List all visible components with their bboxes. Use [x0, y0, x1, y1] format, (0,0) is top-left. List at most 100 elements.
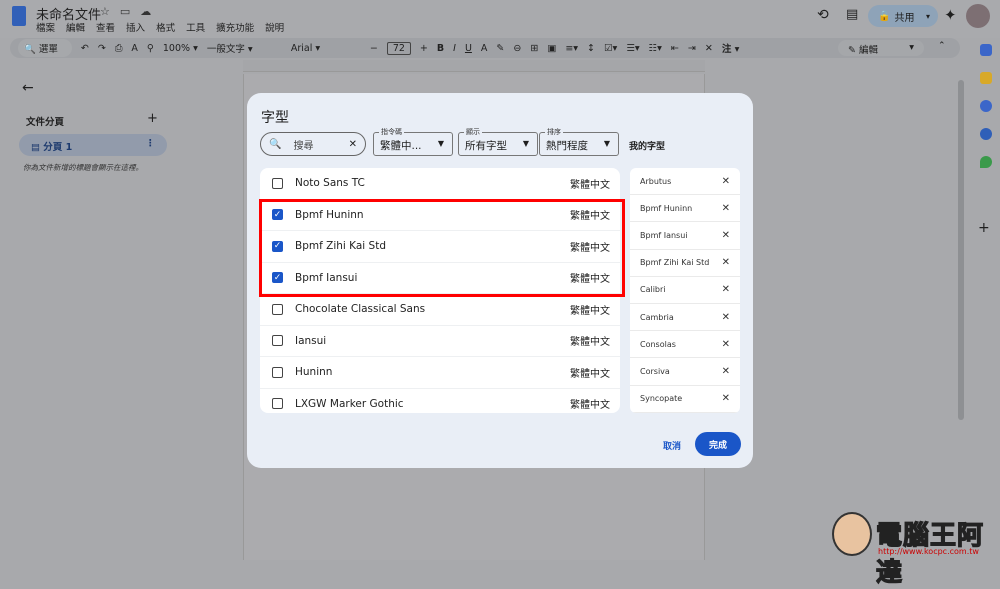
- contacts-icon[interactable]: [980, 128, 992, 140]
- font-language: 繁體中文: [570, 400, 610, 412]
- edit-mode-select[interactable]: ✎ 編輯 ▾: [838, 40, 924, 56]
- remove-font-icon[interactable]: ✕: [722, 366, 730, 377]
- font-name: Noto Sans TC: [295, 177, 365, 190]
- show-label: 顯示: [464, 127, 482, 137]
- star-icon[interactable]: ☆: [100, 5, 110, 18]
- ruler[interactable]: [243, 60, 705, 72]
- remove-font-icon[interactable]: ✕: [722, 284, 730, 295]
- remove-font-icon[interactable]: ✕: [722, 393, 730, 404]
- font-row[interactable]: LXGW Marker Gothic 繁體中文: [260, 389, 620, 414]
- menu-view[interactable]: 查看: [96, 20, 115, 34]
- calendar-icon[interactable]: [980, 44, 992, 56]
- share-button[interactable]: 🔒 共用 ▾: [868, 5, 938, 27]
- bullet-list-icon[interactable]: ☰▾: [626, 43, 639, 54]
- print-icon[interactable]: ⎙: [115, 43, 123, 54]
- decrease-size-button[interactable]: −: [370, 43, 378, 54]
- paint-format-icon[interactable]: ⚲: [147, 43, 154, 54]
- spellcheck-icon[interactable]: A: [131, 43, 138, 54]
- menu-insert[interactable]: 插入: [126, 20, 145, 34]
- move-folder-icon[interactable]: ▭: [120, 5, 130, 18]
- font-size-input[interactable]: 72: [386, 41, 411, 55]
- tasks-icon[interactable]: [980, 100, 992, 112]
- checklist-icon[interactable]: ☑▾: [604, 43, 617, 54]
- align-icon[interactable]: ≡▾: [565, 43, 578, 54]
- share-dropdown-icon[interactable]: ▾: [926, 12, 930, 21]
- tabs-hint: 你為文件新增的標題會顯示在這裡。: [23, 163, 143, 172]
- avatar[interactable]: [966, 4, 990, 28]
- remove-font-icon[interactable]: ✕: [722, 230, 730, 241]
- menu-file[interactable]: 檔案: [36, 20, 55, 34]
- note-button[interactable]: 注 ▾: [722, 41, 740, 55]
- font-row[interactable]: Noto Sans TC 繁體中文: [260, 168, 620, 200]
- sort-select[interactable]: 排序 熱門程度 ▼: [539, 127, 619, 156]
- my-font-item: Bpmf Huninn ✕: [630, 195, 740, 223]
- zoom-select[interactable]: 100% ▾: [163, 43, 198, 54]
- my-font-item: Arbutus ✕: [630, 168, 740, 196]
- font-checkbox[interactable]: [272, 335, 283, 347]
- font-row[interactable]: Iansui 繁體中文: [260, 326, 620, 357]
- indent-more-icon[interactable]: ⇥: [688, 43, 696, 54]
- remove-font-icon[interactable]: ✕: [722, 176, 730, 187]
- done-button[interactable]: 完成: [695, 432, 741, 456]
- my-font-name: Arbutus: [640, 176, 672, 186]
- add-tab-icon[interactable]: +: [147, 111, 158, 126]
- redo-icon[interactable]: ↷: [98, 43, 106, 54]
- menu-extensions[interactable]: 擴充功能: [216, 20, 254, 34]
- back-arrow-icon[interactable]: ←: [22, 80, 34, 96]
- remove-font-icon[interactable]: ✕: [722, 203, 730, 214]
- font-language: 繁體中文: [570, 368, 610, 380]
- docs-logo-icon[interactable]: [12, 6, 26, 26]
- font-checkbox[interactable]: [272, 177, 283, 189]
- highlight-icon[interactable]: ✎: [496, 43, 504, 54]
- tab-item[interactable]: ▤ 分頁 1 ⋮: [19, 134, 167, 156]
- menu-format[interactable]: 格式: [156, 20, 175, 34]
- numbered-list-icon[interactable]: ☷▾: [649, 43, 662, 54]
- increase-size-button[interactable]: +: [420, 43, 428, 54]
- add-addon-icon[interactable]: +: [978, 220, 990, 236]
- font-search-input[interactable]: 🔍 搜尋 ✕: [260, 132, 366, 156]
- italic-icon[interactable]: I: [453, 43, 456, 54]
- cloud-icon[interactable]: ☁: [140, 5, 151, 18]
- cancel-button[interactable]: 取消: [663, 439, 681, 452]
- more-options-icon[interactable]: ⋮: [146, 138, 156, 149]
- menu-tools[interactable]: 工具: [186, 20, 205, 34]
- maps-icon[interactable]: [980, 156, 992, 168]
- link-icon[interactable]: ⊖: [513, 43, 521, 54]
- add-comment-icon[interactable]: ⊞: [530, 43, 538, 54]
- remove-font-icon[interactable]: ✕: [722, 257, 730, 268]
- font-select[interactable]: Arial ▾: [291, 43, 361, 54]
- keep-icon[interactable]: [980, 72, 992, 84]
- insert-image-icon[interactable]: ▣: [547, 43, 556, 54]
- font-name: Chocolate Classical Sans: [295, 303, 426, 316]
- clear-format-icon[interactable]: ✕: [705, 43, 713, 54]
- comments-icon[interactable]: ▤: [846, 7, 858, 22]
- text-color-icon[interactable]: A: [481, 43, 488, 54]
- font-checkbox[interactable]: [272, 303, 283, 315]
- font-row[interactable]: Huninn 繁體中文: [260, 357, 620, 389]
- indent-less-icon[interactable]: ⇤: [671, 43, 679, 54]
- remove-font-icon[interactable]: ✕: [722, 339, 730, 350]
- font-row[interactable]: Chocolate Classical Sans 繁體中文: [260, 294, 620, 326]
- history-icon[interactable]: ⟲: [817, 7, 829, 23]
- line-spacing-icon[interactable]: ↕: [587, 43, 595, 54]
- remove-font-icon[interactable]: ✕: [722, 312, 730, 323]
- font-checkbox[interactable]: [272, 398, 283, 410]
- script-select[interactable]: 指令碼 繁體中... ▼: [373, 127, 453, 156]
- bold-icon[interactable]: B: [437, 43, 444, 54]
- font-checkbox[interactable]: [272, 366, 283, 378]
- clear-search-icon[interactable]: ✕: [349, 139, 357, 150]
- undo-icon[interactable]: ↶: [81, 43, 89, 54]
- my-fonts-list: Arbutus ✕ Bpmf Huninn ✕ Bpmf Iansui ✕ Bpmf Zih…: [630, 168, 740, 413]
- underline-icon[interactable]: U: [465, 43, 472, 54]
- scrollbar[interactable]: [958, 80, 964, 420]
- menu-edit[interactable]: 編輯: [66, 20, 85, 34]
- gemini-icon[interactable]: ✦: [944, 6, 957, 24]
- chevron-down-icon: ▼: [437, 139, 444, 148]
- style-select[interactable]: 一般文字 ▾: [207, 41, 282, 55]
- menu-help[interactable]: 說明: [265, 20, 284, 34]
- collapse-toolbar-icon[interactable]: ⌃: [938, 41, 946, 51]
- show-select[interactable]: 顯示 所有字型 ▼: [458, 127, 538, 156]
- style-value: 一般文字: [206, 44, 245, 55]
- search-menu[interactable]: 🔍 選單: [18, 39, 72, 57]
- tab-label: 分頁 1: [43, 142, 73, 153]
